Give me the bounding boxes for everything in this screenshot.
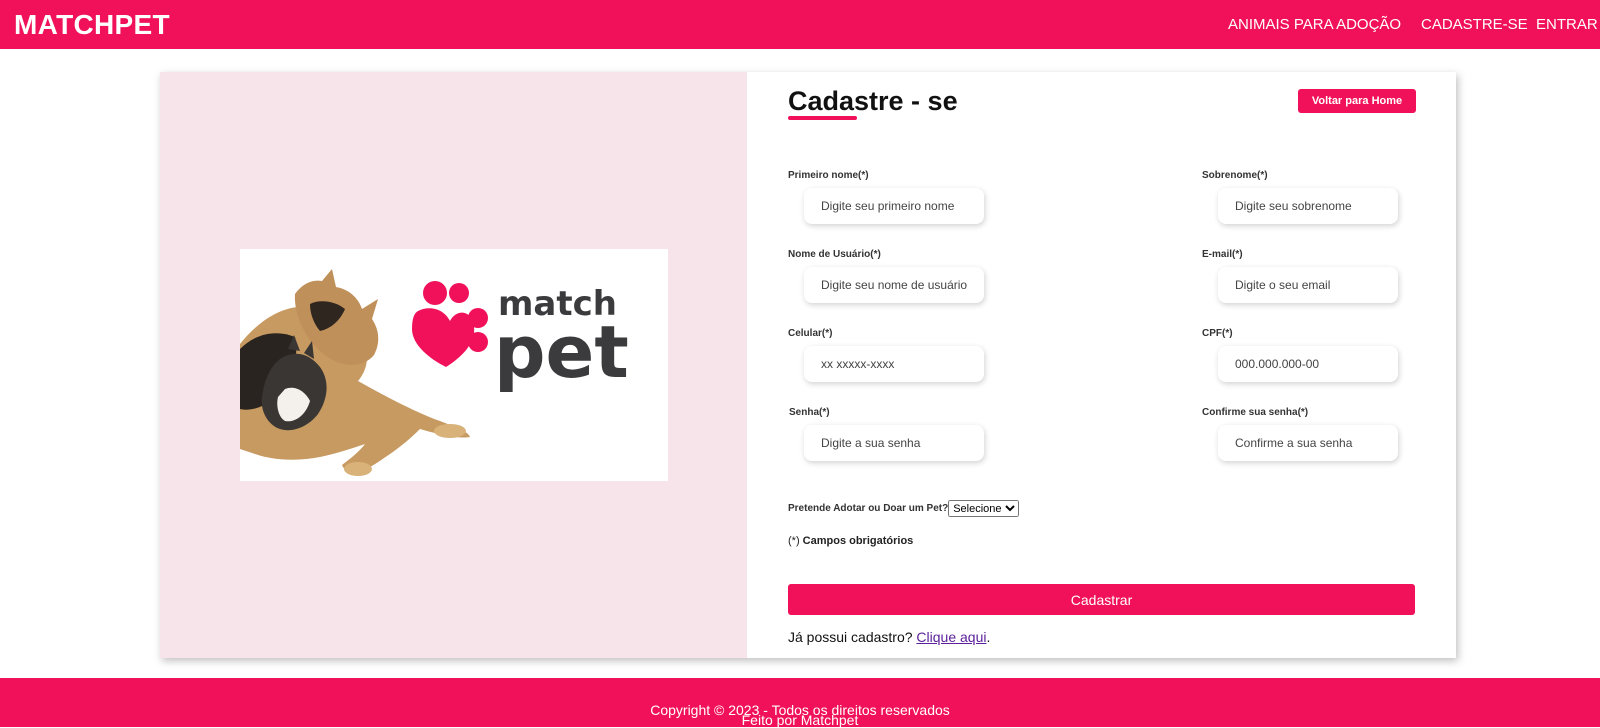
login-prompt: Já possui cadastro? Clique aqui. [788, 629, 990, 645]
page-title: Cadastre - se [788, 86, 958, 116]
cpf-input[interactable] [1218, 346, 1398, 382]
last-name-label: Sobrenome(*) [1202, 170, 1268, 181]
login-link[interactable]: Clique aqui [916, 629, 986, 645]
phone-input[interactable] [804, 346, 984, 382]
first-name-input[interactable] [804, 188, 984, 224]
adopt-or-donate-select[interactable]: Selecione [948, 500, 1020, 517]
cpf-label: CPF(*) [1202, 328, 1233, 339]
brand-logo-link[interactable]: MATCHPET [14, 9, 170, 41]
signup-form-panel: Cadastre - se Voltar para Home Primeiro … [747, 72, 1456, 658]
title-underline [788, 116, 857, 120]
username-label: Nome de Usuário(*) [788, 249, 881, 260]
confirm-password-input[interactable] [1218, 425, 1398, 461]
illustration-panel: match pet [160, 72, 747, 658]
login-prompt-text: Já possui cadastro? [788, 629, 913, 645]
last-name-input[interactable] [1218, 188, 1398, 224]
footer-made-by: Feito por Matchpet [741, 712, 859, 728]
nav-animais-para-adocao[interactable]: ANIMAIS PARA ADOÇÃO [1228, 16, 1401, 33]
required-text: Campos obrigatórios [799, 535, 914, 547]
login-suffix: . [986, 629, 991, 645]
email-input[interactable] [1218, 267, 1398, 303]
first-name-label: Primeiro nome(*) [788, 170, 869, 181]
password-input[interactable] [804, 425, 984, 461]
username-input[interactable] [804, 267, 984, 303]
confirm-password-label: Confirme sua senha(*) [1202, 407, 1309, 418]
matchpet-logo-image: match pet [240, 249, 668, 481]
password-label: Senha(*) [789, 407, 830, 418]
back-to-home-button[interactable]: Voltar para Home [1298, 89, 1416, 113]
footer: Copyright © 2023 - Todos os direitos res… [0, 678, 1600, 728]
adopt-or-donate-row: Pretende Adotar ou Doar um Pet? Selecione [788, 500, 1020, 517]
nav-cadastre-se[interactable]: CADASTRE-SE [1421, 16, 1528, 33]
top-navbar: MATCHPET ANIMAIS PARA ADOÇÃO CADASTRE-SE… [0, 0, 1600, 49]
adopt-or-donate-label: Pretende Adotar ou Doar um Pet? [788, 503, 949, 515]
nav-entrar[interactable]: ENTRAR [1536, 16, 1598, 33]
logo-word-bottom: pet [494, 310, 629, 394]
phone-label: Celular(*) [788, 328, 833, 339]
required-marker: (*) [788, 535, 800, 547]
required-fields-note: (*) Campos obrigatórios [788, 535, 913, 547]
submit-register-button[interactable]: Cadastrar [788, 584, 1415, 615]
email-label: E-mail(*) [1202, 249, 1243, 260]
signup-card: match pet Cadastre - se Voltar para Home… [160, 72, 1456, 658]
dog-and-cat-illustration: match pet [240, 269, 629, 476]
